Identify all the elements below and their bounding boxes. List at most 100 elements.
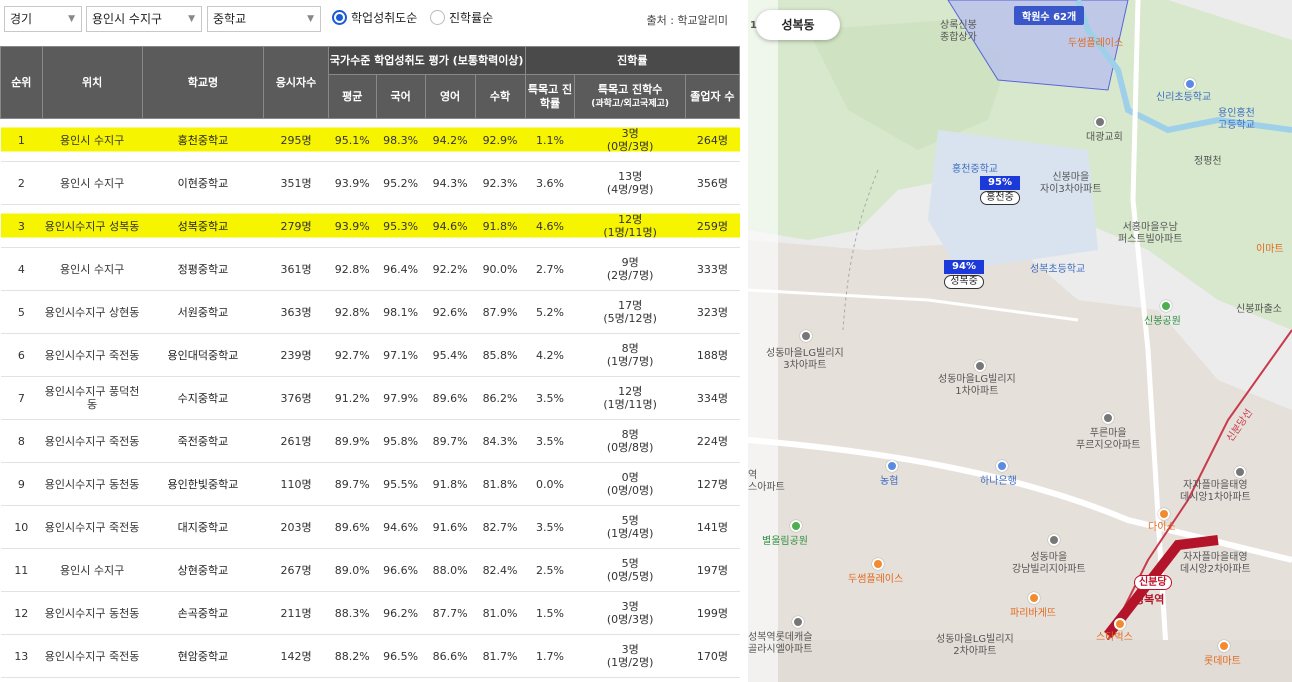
academy-count-badge[interactable]: 학원수 62개 — [1014, 6, 1085, 25]
region-select[interactable]: 경기 ▼ — [4, 6, 82, 32]
map-label: 신리초등학교 — [1156, 92, 1212, 103]
location-cell: 용인시 수지구 — [42, 247, 143, 291]
korean-cell: 96.2% — [376, 591, 426, 635]
school-cell[interactable]: 상현중학교 — [142, 548, 264, 592]
map-view[interactable]: 성복동 학원수 62개 상록신봉 종합상가 두썸플레이스 신리초등학교 용인홍천 고… — [748, 0, 1292, 682]
school-cell[interactable]: 용인한빛중학교 — [142, 462, 264, 506]
map-label: 성동마을LG빌리지 1차아파트 — [938, 374, 1016, 397]
mart-pin-icon[interactable] — [1218, 640, 1230, 652]
table-row[interactable]: 10 용인시수지구 죽전동 대지중학교 203명 89.6% 94.6% 91.6% 82.7… — [0, 505, 740, 549]
avg-cell: 95.1% — [328, 118, 377, 162]
map-label: 농협 — [880, 476, 899, 487]
table-row[interactable]: 8 용인시수지구 죽전동 죽전중학교 261명 89.9% 95.8% 89.7% 84.3%… — [0, 419, 740, 463]
sort-advance-radio[interactable]: 진학률순 — [430, 10, 493, 26]
avg-cell: 89.0% — [328, 548, 377, 592]
school-cell[interactable]: 수지중학교 — [142, 376, 264, 420]
source-note: 출처 : 학교알리미 — [646, 14, 728, 27]
school-marker-hongcheon[interactable]: 95% 홍천중 — [980, 176, 1020, 205]
bakery-pin-icon[interactable] — [1028, 592, 1040, 604]
school-cell[interactable]: 손곡중학교 — [142, 591, 264, 635]
station-tag[interactable]: 신분당 — [1134, 575, 1172, 590]
special-count-total: 12명 — [618, 213, 643, 226]
apartment-pin-icon[interactable] — [1048, 534, 1060, 546]
school-cell[interactable]: 서원중학교 — [142, 290, 264, 334]
table-row[interactable]: 11 용인시 수지구 상현중학교 267명 89.0% 96.6% 88.0% 82.4% 2.… — [0, 548, 740, 592]
school-cell[interactable]: 성복중학교 — [142, 204, 264, 248]
english-cell: 92.6% — [425, 290, 476, 334]
district-select[interactable]: 용인시 수지구 ▼ — [86, 6, 202, 32]
exam-count-cell: 351명 — [263, 161, 329, 205]
special-rate-cell: 3.5% — [525, 419, 575, 463]
school-cell[interactable]: 용인대덕중학교 — [142, 333, 264, 377]
school-type-select[interactable]: 중학교 ▼ — [207, 6, 321, 32]
apartment-pin-icon[interactable] — [800, 330, 812, 342]
math-cell: 90.0% — [475, 247, 526, 291]
avg-cell: 93.9% — [328, 161, 377, 205]
graduates-cell: 141명 — [685, 505, 740, 549]
map-label: 별울림공원 — [762, 536, 808, 547]
math-cell: 92.3% — [475, 161, 526, 205]
school-pin-icon[interactable] — [1184, 78, 1196, 90]
graduates-cell: 264명 — [685, 118, 740, 162]
avg-cell: 92.8% — [328, 247, 377, 291]
school-cell[interactable]: 정평중학교 — [142, 247, 264, 291]
table-row[interactable]: 4 용인시 수지구 정평중학교 361명 92.8% 96.4% 92.2% 90.0% 2.7… — [0, 247, 740, 291]
bank-pin-icon[interactable] — [996, 460, 1008, 472]
location-chip[interactable]: 성복동 — [756, 10, 840, 40]
korean-cell: 94.6% — [376, 505, 426, 549]
apartment-pin-icon[interactable] — [1102, 412, 1114, 424]
rank-cell: 3 — [0, 204, 43, 248]
cafe-pin-icon[interactable] — [1114, 618, 1126, 630]
map-label: 용인홍천 고등학교 — [1218, 108, 1255, 131]
map-label: 스타벅스 — [1096, 632, 1133, 643]
table-row[interactable]: 13 용인시수지구 죽전동 현암중학교 142명 88.2% 96.5% 86.6% 81.7… — [0, 634, 740, 678]
avg-cell: 91.2% — [328, 376, 377, 420]
apartment-pin-icon[interactable] — [792, 616, 804, 628]
table-row[interactable]: 7 용인시수지구 풍덕천동 수지중학교 376명 91.2% 97.9% 89.6% 86.2… — [0, 376, 740, 420]
table-row[interactable]: 6 용인시수지구 죽전동 용인대덕중학교 239명 92.7% 97.1% 95.4% 85.… — [0, 333, 740, 377]
special-count-breakdown: (4명/9명) — [606, 183, 654, 196]
location-cell: 용인시수지구 상현동 — [42, 290, 143, 334]
table-row[interactable]: 3 용인시수지구 성복동 성복중학교 279명 93.9% 95.3% 94.6% 91.8%… — [0, 204, 740, 248]
math-cell: 81.0% — [475, 591, 526, 635]
school-cell[interactable]: 죽전중학교 — [142, 419, 264, 463]
school-cell[interactable]: 대지중학교 — [142, 505, 264, 549]
bank-pin-icon[interactable] — [886, 460, 898, 472]
table-row[interactable]: 1 용인시 수지구 홍천중학교 295명 95.1% 98.3% 94.2% 92.9% 1.1… — [0, 118, 740, 162]
school-cell[interactable]: 이현중학교 — [142, 161, 264, 205]
map-label: 롯데마트 — [1204, 656, 1241, 667]
korean-cell: 96.4% — [376, 247, 426, 291]
marker-percent: 94% — [944, 260, 984, 274]
church-pin-icon[interactable] — [1094, 116, 1106, 128]
park-pin-icon[interactable] — [1160, 300, 1172, 312]
table-row[interactable]: 12 용인시수지구 동천동 손곡중학교 211명 88.3% 96.2% 87.7% 81.0… — [0, 591, 740, 635]
apartment-pin-icon[interactable] — [974, 360, 986, 372]
school-cell[interactable]: 현암중학교 — [142, 634, 264, 678]
special-count-breakdown: (0명/3명) — [606, 613, 654, 626]
math-cell: 82.4% — [475, 548, 526, 592]
chevron-down-icon: ▼ — [188, 14, 195, 24]
graduates-cell: 356명 — [685, 161, 740, 205]
table-row[interactable]: 2 용인시 수지구 이현중학교 351명 93.9% 95.2% 94.3% 92.3% 3.6… — [0, 161, 740, 205]
cafe-pin-icon[interactable] — [872, 558, 884, 570]
special-count-breakdown: (1명/4명) — [606, 527, 654, 540]
graduates-cell: 170명 — [685, 634, 740, 678]
special-count-cell: 17명 (5명/12명) — [574, 290, 686, 334]
school-type-value: 중학교 — [213, 12, 247, 26]
sort-achievement-radio[interactable]: 학업성취도순 — [332, 10, 417, 26]
exam-count-cell: 211명 — [263, 591, 329, 635]
apartment-pin-icon[interactable] — [1234, 466, 1246, 478]
rank-cell: 1 — [0, 118, 43, 162]
school-marker-seongbok[interactable]: 94% 성복중 — [944, 260, 984, 289]
table-row[interactable]: 9 용인시수지구 동천동 용인한빛중학교 110명 89.7% 95.5% 91.8% 81.… — [0, 462, 740, 506]
english-cell: 88.0% — [425, 548, 476, 592]
map-label: 상록신봉 종합상가 — [940, 20, 977, 43]
exam-count-cell: 203명 — [263, 505, 329, 549]
table-row[interactable]: 5 용인시수지구 상현동 서원중학교 363명 92.8% 98.1% 92.6% 87.9%… — [0, 290, 740, 334]
map-label: 성복초등학교 — [1030, 264, 1086, 275]
park-pin-icon[interactable] — [790, 520, 802, 532]
marker-percent: 95% — [980, 176, 1020, 190]
school-cell[interactable]: 홍천중학교 — [142, 118, 264, 162]
shop-pin-icon[interactable] — [1158, 508, 1170, 520]
special-count-cell: 8명 (0명/8명) — [574, 419, 686, 463]
